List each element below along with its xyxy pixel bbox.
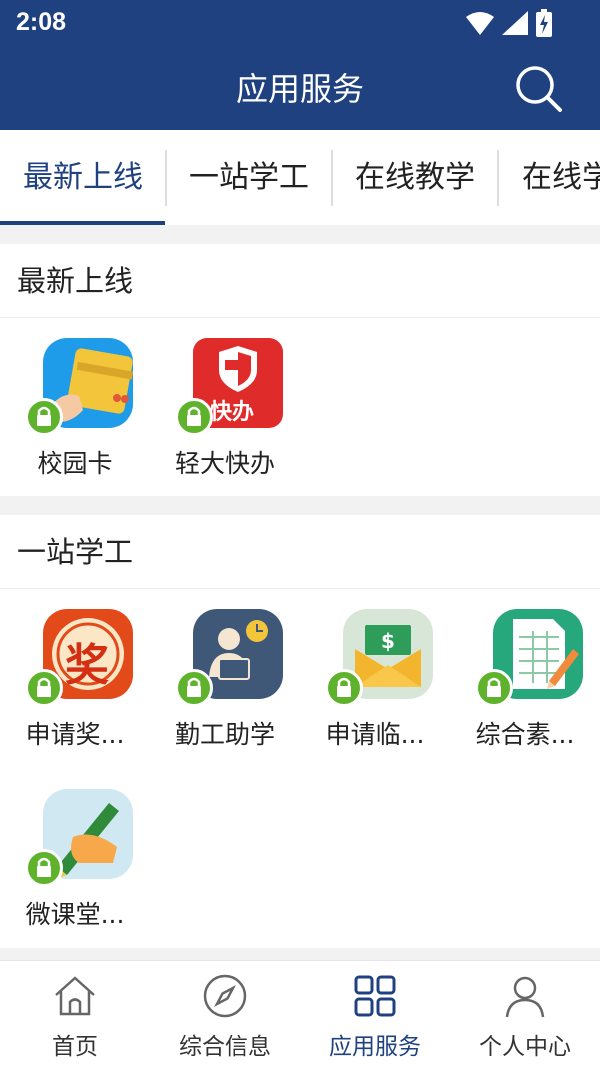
- battery-icon: [536, 9, 552, 37]
- status-time: 2:08: [16, 8, 67, 36]
- wifi-icon: [466, 12, 494, 35]
- nav-home[interactable]: 首页: [0, 961, 150, 1066]
- scholarship-text: 奖: [65, 640, 109, 691]
- tab-online-learning[interactable]: 在线学: [498, 130, 600, 225]
- person-icon: [505, 976, 545, 1018]
- section-student-affairs: 一站学工 奖 申请奖... 勤工助学 $ 申请临... 综合素... 微课堂..…: [0, 515, 600, 948]
- nav-label: 首页: [52, 1034, 98, 1060]
- app-temp-aid[interactable]: $ 申请临...: [300, 589, 450, 759]
- app-micro-class[interactable]: 微课堂...: [0, 769, 150, 939]
- category-tabs: 最新上线 一站学工 在线教学 在线学: [0, 130, 600, 225]
- status-icons: [466, 8, 552, 38]
- lock-icon: [475, 669, 513, 707]
- section-title: 一站学工: [0, 515, 600, 589]
- nav-services[interactable]: 应用服务: [300, 961, 450, 1066]
- app-label: 申请临...: [325, 720, 425, 749]
- status-bar: 2:08: [0, 0, 600, 48]
- section-newest: 最新上线 校园卡 快办 轻大快办: [0, 244, 600, 496]
- app-work-study[interactable]: 勤工助学: [150, 589, 300, 759]
- bottom-nav: 首页 综合信息 应用服务 个人中心: [0, 960, 600, 1066]
- lock-icon: [175, 398, 213, 436]
- nav-label: 个人中心: [479, 1034, 571, 1060]
- home-icon: [55, 976, 95, 1016]
- app-label: 勤工助学: [174, 720, 275, 749]
- svg-text:$: $: [381, 629, 395, 653]
- tab-newest[interactable]: 最新上线: [0, 130, 166, 225]
- app-label: 微课堂...: [25, 900, 125, 929]
- nav-label: 综合信息: [179, 1034, 271, 1060]
- app-label: 校园卡: [37, 449, 113, 478]
- cell-signal-icon: [502, 11, 528, 35]
- app-scholarship[interactable]: 奖 申请奖...: [0, 589, 150, 759]
- lock-icon: [325, 669, 363, 707]
- tab-student-affairs[interactable]: 一站学工: [166, 130, 332, 225]
- search-button[interactable]: [514, 64, 564, 114]
- kuaiban-text: 快办: [210, 400, 255, 425]
- top-bar: 2:08 应用服务: [0, 0, 600, 130]
- nav-info[interactable]: 综合信息: [150, 961, 300, 1066]
- app-label: 轻大快办: [174, 449, 275, 478]
- lock-icon: [25, 849, 63, 887]
- lock-icon: [175, 669, 213, 707]
- search-icon: [516, 66, 562, 112]
- section-title: 最新上线: [0, 244, 600, 318]
- nav-profile[interactable]: 个人中心: [450, 961, 600, 1066]
- page-title: 应用服务: [235, 70, 364, 108]
- lock-icon: [25, 669, 63, 707]
- nav-label: 应用服务: [329, 1034, 421, 1060]
- app-comprehensive-quality[interactable]: 综合素...: [450, 589, 600, 759]
- app-kuaiban[interactable]: 快办 轻大快办: [150, 318, 300, 488]
- app-label: 综合素...: [475, 720, 575, 749]
- tab-online-teaching[interactable]: 在线教学: [332, 130, 498, 225]
- app-campus-card[interactable]: 校园卡: [0, 318, 150, 488]
- app-label: 申请奖...: [25, 720, 125, 749]
- lock-icon: [25, 398, 63, 436]
- grid-icon: [354, 975, 396, 1017]
- compass-icon: [203, 974, 247, 1018]
